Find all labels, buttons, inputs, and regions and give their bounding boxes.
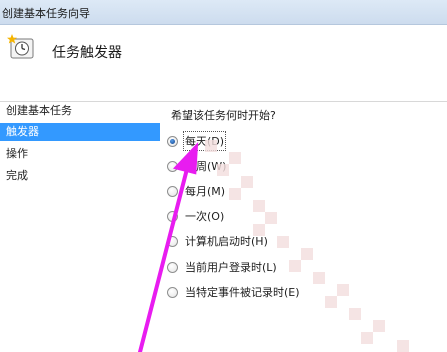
option-on-event[interactable]: 当特定事件被记录时(E) <box>167 283 300 301</box>
option-weekly-label: 每周(W) <box>185 160 227 173</box>
radio-daily[interactable] <box>167 135 178 147</box>
option-at-startup[interactable]: 计算机启动时(H) <box>167 232 268 250</box>
sidebar-item-action[interactable]: 操作 <box>0 145 160 163</box>
wizard-header: 任务触发器 <box>0 25 447 102</box>
option-at-startup-label: 计算机启动时(H) <box>185 235 268 248</box>
sidebar-item-trigger[interactable]: 触发器 <box>0 123 160 141</box>
radio-weekly[interactable] <box>167 160 178 172</box>
option-daily[interactable]: 每天(D) <box>167 131 227 151</box>
option-daily-label: 每天(D) <box>182 131 227 151</box>
option-once-label: 一次(O) <box>185 210 225 223</box>
trigger-options-panel: 希望该任务何时开始? 每天(D) 每周(W) 每月(M) 一次(O) 计算机启动… <box>163 102 447 352</box>
radio-once[interactable] <box>167 210 178 222</box>
radio-at-logon[interactable] <box>167 261 178 273</box>
option-monthly-label: 每月(M) <box>185 185 226 198</box>
option-once[interactable]: 一次(O) <box>167 207 224 225</box>
wizard-steps-sidebar: 创建基本任务 触发器 操作 完成 <box>0 102 162 352</box>
sidebar-item-finish[interactable]: 完成 <box>0 167 160 185</box>
title-bar: 创建基本任务向导 <box>0 0 447 25</box>
option-at-logon-label: 当前用户登录时(L) <box>185 261 277 274</box>
option-at-logon[interactable]: 当前用户登录时(L) <box>167 258 277 276</box>
option-weekly[interactable]: 每周(W) <box>167 157 226 175</box>
radio-on-event[interactable] <box>167 286 178 298</box>
sidebar-item-create-basic-task[interactable]: 创建基本任务 <box>0 102 160 120</box>
page-title: 任务触发器 <box>52 45 122 61</box>
radio-at-startup[interactable] <box>167 235 178 247</box>
radio-monthly[interactable] <box>167 185 178 197</box>
option-monthly[interactable]: 每月(M) <box>167 182 225 200</box>
window-title: 创建基本任务向导 <box>2 7 90 20</box>
question-label: 希望该任务何时开始? <box>171 109 276 122</box>
option-on-event-label: 当特定事件被记录时(E) <box>185 286 300 299</box>
task-scheduler-clock-icon <box>7 34 34 59</box>
